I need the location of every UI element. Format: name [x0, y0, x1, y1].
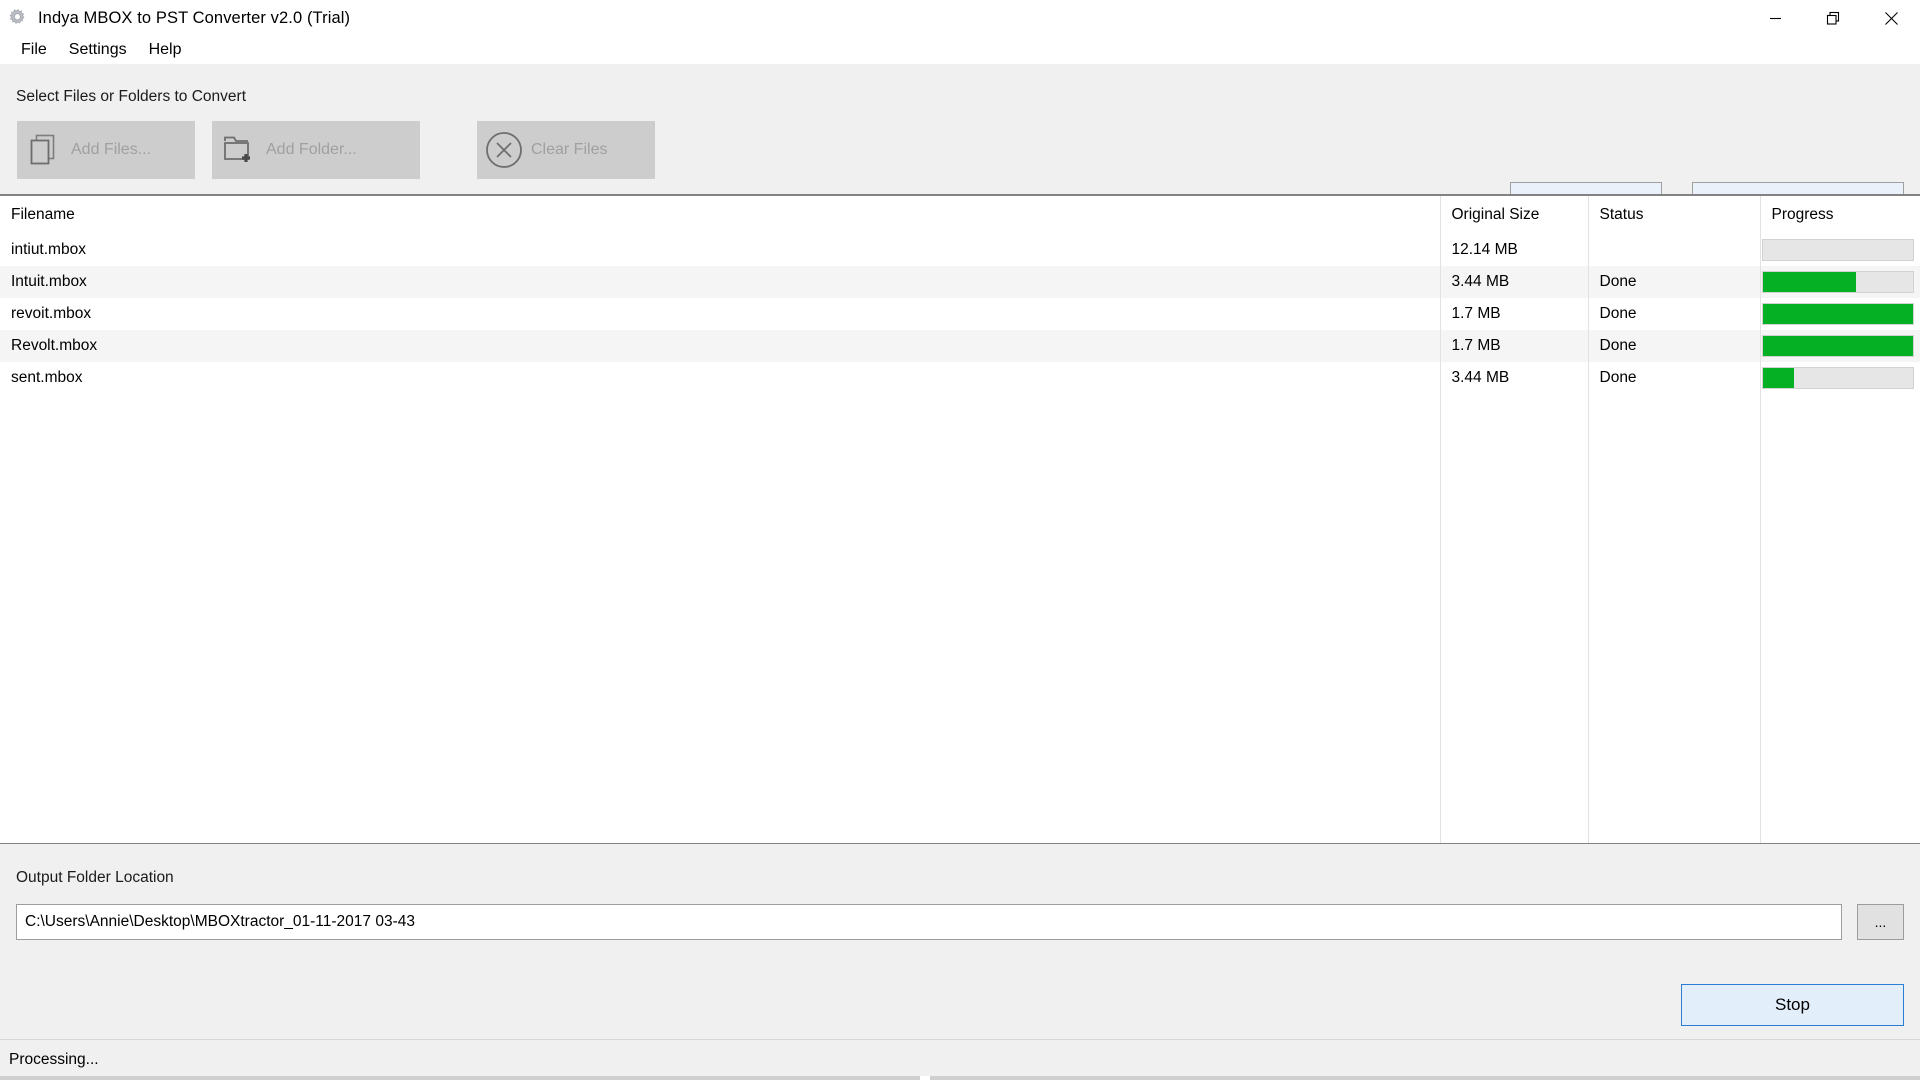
- folder-plus-icon: [212, 134, 266, 166]
- table-row[interactable]: sent.mbox 3.44 MB Done: [0, 362, 1920, 394]
- cell-filename: sent.mbox: [0, 362, 1441, 394]
- cell-progress: [1760, 362, 1920, 394]
- cell-filename: revoit.mbox: [0, 298, 1441, 330]
- close-button[interactable]: [1862, 0, 1920, 36]
- cell-status: Done: [1588, 298, 1761, 330]
- file-list-panel: Filename Original Size Status Progress i…: [0, 194, 1920, 844]
- circle-x-icon: [477, 130, 531, 170]
- cell-filename: Intuit.mbox: [0, 266, 1441, 298]
- progress-bar: [1761, 367, 1914, 389]
- cell-filename: Revolt.mbox: [0, 330, 1441, 362]
- status-bar: Processing...: [0, 1039, 1920, 1080]
- minimize-button[interactable]: [1746, 0, 1804, 36]
- table-row[interactable]: intiut.mbox 12.14 MB: [0, 234, 1920, 266]
- application-window: Indya MBOX to PST Converter v2.0 (Trial)…: [0, 0, 1920, 1080]
- file-list-table: Filename Original Size Status Progress i…: [0, 196, 1920, 394]
- cell-original-size: 1.7 MB: [1440, 298, 1589, 330]
- output-section: Output Folder Location ... Stop: [0, 844, 1920, 1039]
- output-folder-label: Output Folder Location: [16, 869, 174, 886]
- gear-icon: [7, 7, 29, 29]
- table-row[interactable]: revoit.mbox 1.7 MB Done: [0, 298, 1920, 330]
- title-bar: Indya MBOX to PST Converter v2.0 (Trial): [0, 0, 1920, 36]
- menu-item-settings[interactable]: Settings: [59, 38, 137, 62]
- cell-filename: intiut.mbox: [0, 234, 1441, 266]
- window-title: Indya MBOX to PST Converter v2.0 (Trial): [38, 8, 351, 27]
- column-header-status[interactable]: Status: [1588, 196, 1761, 234]
- cell-progress: [1760, 330, 1920, 362]
- clear-files-label: Clear Files: [531, 141, 608, 158]
- progress-bar: [1761, 271, 1914, 293]
- cell-progress: [1760, 234, 1920, 266]
- cell-status: Done: [1588, 266, 1761, 298]
- cell-status: [1588, 234, 1761, 266]
- status-strip-segment: [0, 1076, 920, 1080]
- table-row[interactable]: Intuit.mbox 3.44 MB Done: [0, 266, 1920, 298]
- cell-original-size: 3.44 MB: [1440, 266, 1589, 298]
- column-header-filename[interactable]: Filename: [0, 196, 1441, 234]
- cell-original-size: 3.44 MB: [1440, 362, 1589, 394]
- cell-status: Done: [1588, 362, 1761, 394]
- progress-bar: [1761, 303, 1914, 325]
- column-header-progress[interactable]: Progress: [1760, 196, 1920, 234]
- maximize-restore-button[interactable]: [1804, 0, 1862, 36]
- output-folder-input[interactable]: [16, 904, 1842, 940]
- add-files-button[interactable]: Add Files...: [17, 121, 195, 179]
- column-header-original-size[interactable]: Original Size: [1440, 196, 1589, 234]
- progress-bar-fill: [1762, 336, 1913, 356]
- status-message: Processing...: [9, 1051, 99, 1068]
- add-folder-button[interactable]: Add Folder...: [212, 121, 420, 179]
- progress-bar: [1761, 335, 1914, 357]
- add-files-label: Add Files...: [71, 141, 152, 158]
- menu-item-help[interactable]: Help: [139, 38, 192, 62]
- table-header-row: Filename Original Size Status Progress: [0, 196, 1920, 234]
- progress-bar-fill: [1762, 368, 1794, 388]
- clear-files-button[interactable]: Clear Files: [477, 121, 655, 179]
- table-row[interactable]: Revolt.mbox 1.7 MB Done: [0, 330, 1920, 362]
- add-folder-label: Add Folder...: [266, 141, 357, 158]
- progress-bar: [1761, 239, 1914, 261]
- file-list-body: intiut.mbox 12.14 MB Intuit.mbox 3.44 MB Don…: [0, 234, 1920, 394]
- progress-bar-fill: [1762, 272, 1856, 292]
- stop-button[interactable]: Stop: [1681, 984, 1904, 1026]
- cell-original-size: 12.14 MB: [1440, 234, 1589, 266]
- cell-progress: [1760, 266, 1920, 298]
- cell-status: Done: [1588, 330, 1761, 362]
- status-bar-strip: [0, 1076, 1920, 1080]
- browse-folder-button[interactable]: ...: [1857, 904, 1904, 940]
- toolbar-caption: Select Files or Folders to Convert: [16, 88, 247, 105]
- cell-progress: [1760, 298, 1920, 330]
- progress-bar-fill: [1762, 304, 1913, 324]
- status-strip-segment: [930, 1076, 1920, 1080]
- toolbar: Select Files or Folders to Convert Add F…: [0, 64, 1920, 248]
- menu-item-file[interactable]: File: [11, 38, 57, 62]
- documents-icon: [17, 133, 71, 167]
- menu-bar: File Settings Help: [0, 36, 1920, 64]
- cell-original-size: 1.7 MB: [1440, 330, 1589, 362]
